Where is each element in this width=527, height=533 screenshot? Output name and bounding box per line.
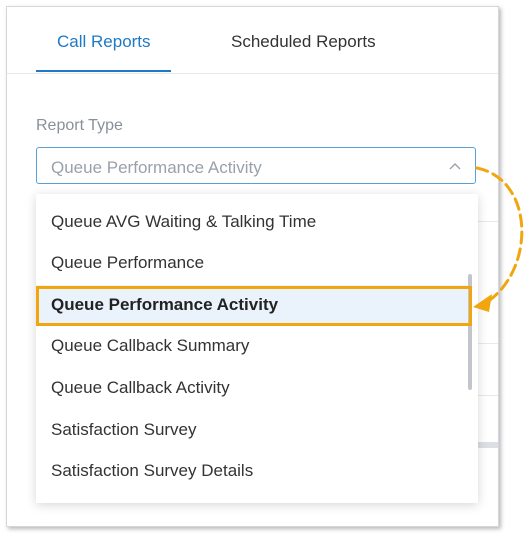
annotation-arrow-icon (473, 166, 524, 312)
